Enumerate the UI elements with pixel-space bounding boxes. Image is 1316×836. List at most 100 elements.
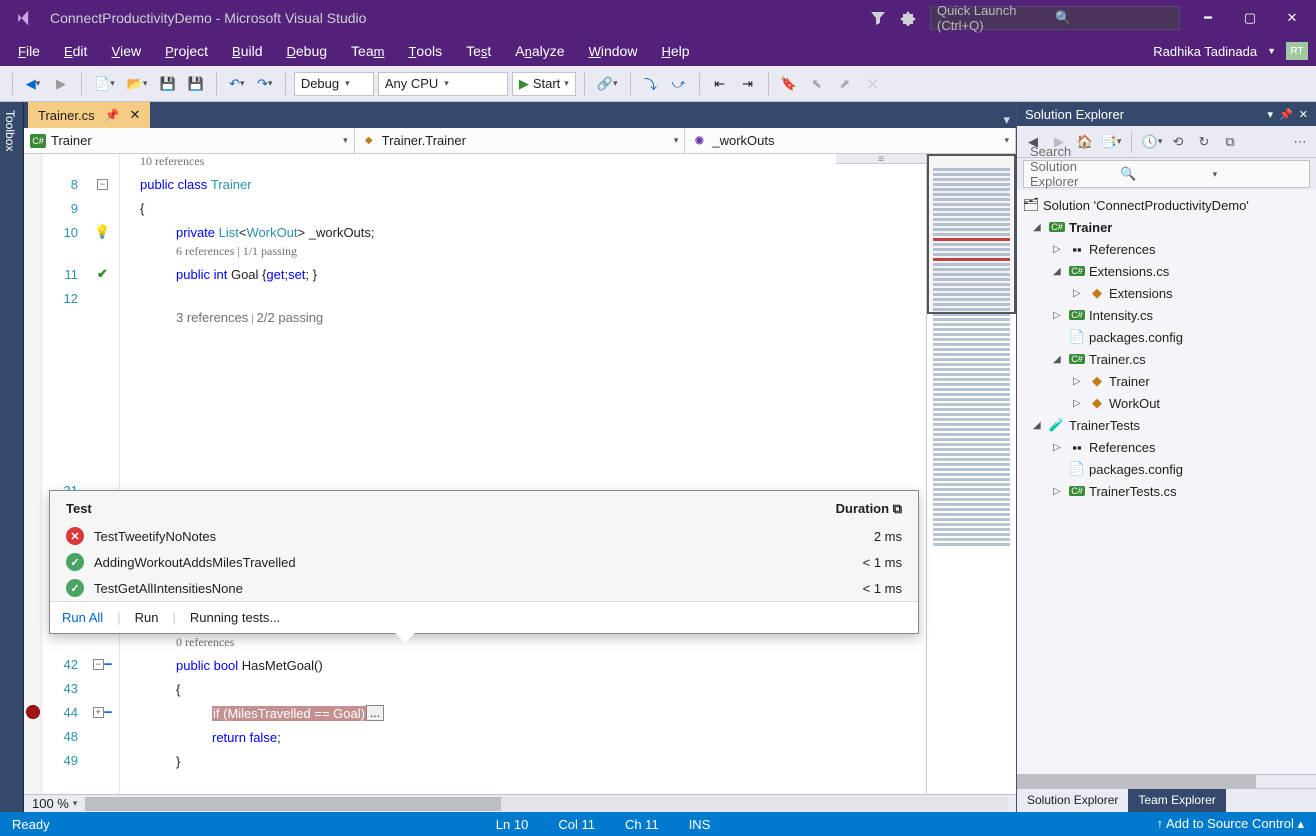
save-button[interactable]: 💾 (155, 72, 179, 96)
file-node[interactable]: 📄packages.config (1017, 326, 1316, 348)
project-node[interactable]: ◢C#Trainer (1017, 216, 1316, 238)
redo-button[interactable]: ↷▾ (253, 72, 277, 96)
filter-icon[interactable] (870, 10, 886, 26)
quick-launch-input[interactable]: Quick Launch (Ctrl+Q) 🔍 (930, 6, 1180, 30)
source-control-button[interactable]: ↑ Add to Source Control ▴ (1157, 816, 1304, 832)
fold-toggle[interactable]: − (97, 179, 108, 190)
new-project-button[interactable]: 📄▾ (90, 72, 119, 96)
fold-toggle[interactable]: − (93, 659, 104, 670)
refresh-icon[interactable]: ↻ (1194, 132, 1214, 152)
class-node[interactable]: ▷◆Trainer (1017, 370, 1316, 392)
menu-view[interactable]: View (101, 39, 151, 63)
menu-window[interactable]: Window (579, 39, 648, 63)
platform-dropdown[interactable]: Any CPU▾ (378, 72, 508, 96)
save-all-button[interactable]: 💾 (184, 72, 208, 96)
menu-help[interactable]: Help (651, 39, 699, 63)
breakpoint-gutter[interactable] (24, 154, 42, 794)
close-panel-icon[interactable]: ✕ (1299, 108, 1308, 121)
split-bar-icon[interactable]: ≡ (836, 154, 926, 164)
tab-team-explorer[interactable]: Team Explorer (1128, 789, 1225, 812)
tab-solution-explorer[interactable]: Solution Explorer (1017, 789, 1128, 812)
step-into-button[interactable]: ⤵ (639, 72, 663, 96)
close-button[interactable]: ✕ (1278, 7, 1306, 29)
outdent-button[interactable]: ⇤ (708, 72, 732, 96)
undo-button[interactable]: ↶▾ (225, 72, 249, 96)
menu-build[interactable]: Build (222, 39, 272, 63)
chevron-down-icon[interactable]: ▼ (1267, 46, 1276, 56)
references-node[interactable]: ▷▪▪References (1017, 436, 1316, 458)
codelens-references[interactable]: 0 references (120, 635, 926, 653)
test-row[interactable]: ✓TestGetAllIntensitiesNone< 1 ms (50, 575, 918, 601)
next-bookmark-button[interactable]: ⬈ (833, 72, 857, 96)
user-name[interactable]: Radhika Tadinada (1153, 44, 1257, 59)
project-node[interactable]: ◢🧪TrainerTests (1017, 414, 1316, 436)
close-tab-icon[interactable]: ✕ (130, 107, 141, 123)
breakpoint-icon[interactable] (26, 705, 40, 719)
run-all-link[interactable]: Run All (62, 610, 103, 625)
browser-link-button[interactable]: 🔗▾ (593, 72, 622, 96)
test-row[interactable]: ✕TestTweetifyNoNotes2 ms (50, 523, 918, 549)
pin-icon[interactable]: 📌 (105, 108, 120, 122)
open-file-button[interactable]: 📂▾ (123, 72, 152, 96)
scroll-map[interactable] (926, 154, 1016, 794)
class-node[interactable]: ▷◆WorkOut (1017, 392, 1316, 414)
popout-icon[interactable]: ⧉ (893, 501, 902, 516)
prev-bookmark-button[interactable]: ⬉ (805, 72, 829, 96)
start-debug-button[interactable]: ▶Start▾ (512, 72, 576, 96)
toolbox-panel-collapsed[interactable]: Toolbox (0, 102, 24, 812)
clear-bookmarks-button[interactable]: ⤬ (861, 72, 885, 96)
menu-file[interactable]: File (8, 39, 50, 63)
chevron-down-icon[interactable]: ▾ (73, 798, 78, 809)
menu-tools[interactable]: Tools (398, 39, 452, 63)
notifications-icon[interactable] (900, 10, 916, 26)
lightbulb-icon[interactable]: 💡 (94, 224, 110, 240)
collapse-all-icon[interactable]: ⧉ (1220, 132, 1240, 152)
menu-project[interactable]: Project (155, 39, 218, 63)
codelens-tests[interactable]: 3 references | 2/2 passing (120, 310, 926, 328)
zoom-level[interactable]: 100 % (32, 796, 69, 811)
nav-member-dropdown[interactable]: ◉_workOuts▾ (685, 128, 1016, 153)
file-node[interactable]: ▷C#Intensity.cs (1017, 304, 1316, 326)
nav-back-button[interactable]: ◀▾ (21, 72, 45, 96)
config-dropdown[interactable]: Debug▾ (294, 72, 374, 96)
nav-forward-button[interactable]: ▶ (49, 72, 73, 96)
toggle-icon[interactable]: ⟲ (1168, 132, 1188, 152)
class-node[interactable]: ▷◆Extensions (1017, 282, 1316, 304)
file-node[interactable]: ▷C#TrainerTests.cs (1017, 480, 1316, 502)
tab-dropdown-icon[interactable]: ▾ (1003, 112, 1010, 128)
menu-test[interactable]: Test (456, 39, 501, 63)
solution-tree[interactable]: 🗂Solution 'ConnectProductivityDemo' ◢C#T… (1017, 190, 1316, 774)
pin-icon[interactable]: 📌 (1279, 108, 1293, 121)
test-row[interactable]: ✓AddingWorkoutAddsMilesTravelled< 1 ms (50, 549, 918, 575)
pending-changes-icon[interactable]: 🕔▾ (1142, 132, 1162, 152)
file-node[interactable]: ◢C#Trainer.cs (1017, 348, 1316, 370)
file-node[interactable]: ◢C#Extensions.cs (1017, 260, 1316, 282)
nav-class-dropdown[interactable]: ◆Trainer.Trainer▾ (355, 128, 686, 153)
menu-team[interactable]: Team (341, 39, 394, 63)
viewport-indicator[interactable] (927, 154, 1016, 314)
code-editor[interactable]: 10 references public class Trainer { pri… (120, 154, 926, 794)
maximize-button[interactable]: ▢ (1236, 7, 1264, 29)
window-position-icon[interactable]: ▾ (1268, 108, 1274, 121)
fold-toggle[interactable]: + (93, 707, 104, 718)
menu-edit[interactable]: Edit (54, 39, 97, 63)
bookmark-button[interactable]: 🔖 (777, 72, 801, 96)
run-link[interactable]: Run (135, 610, 159, 625)
step-over-button[interactable]: ⤻ (667, 72, 691, 96)
file-node[interactable]: 📄packages.config (1017, 458, 1316, 480)
horizontal-scrollbar[interactable] (85, 797, 1008, 811)
references-node[interactable]: ▷▪▪References (1017, 238, 1316, 260)
codelens-references[interactable]: 6 references | 1/1 passing (120, 244, 926, 262)
document-tab[interactable]: Trainer.cs 📌 ✕ (28, 102, 150, 128)
solution-node[interactable]: 🗂Solution 'ConnectProductivityDemo' (1017, 194, 1316, 216)
minimize-button[interactable]: ━ (1194, 7, 1222, 29)
menu-analyze[interactable]: Analyze (505, 39, 574, 63)
horizontal-scrollbar[interactable] (1017, 774, 1316, 788)
more-icon[interactable]: ⋯ (1290, 132, 1310, 152)
solution-search-input[interactable]: Search Solution Explorer (Ctrl+;) 🔍▾ (1023, 160, 1310, 188)
indent-button[interactable]: ⇥ (736, 72, 760, 96)
codelens-references[interactable]: 10 references (120, 154, 926, 172)
nav-project-dropdown[interactable]: C#Trainer▾ (24, 128, 355, 153)
user-avatar[interactable]: RT (1286, 42, 1308, 60)
menu-debug[interactable]: Debug (277, 39, 338, 63)
